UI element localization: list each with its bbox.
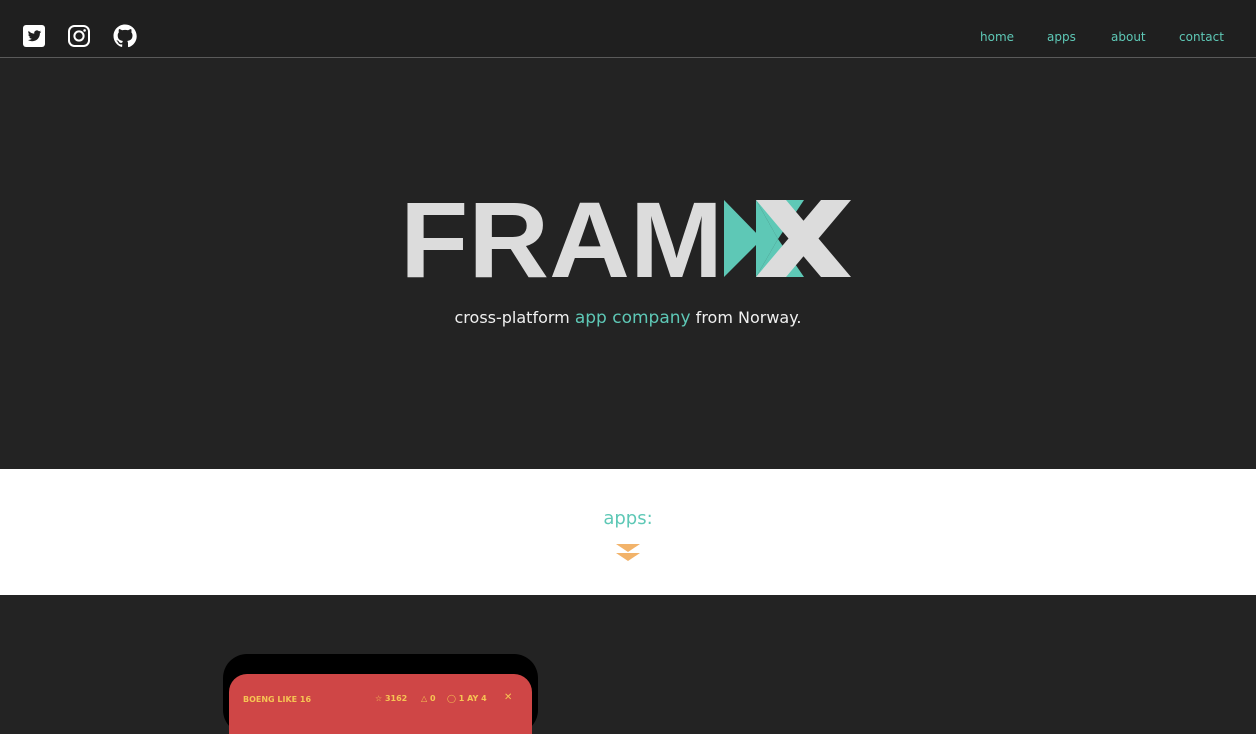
tagline-suffix: from Norway. [690,308,802,327]
app-stat-2-value: 0 [429,694,436,703]
site-header: home apps about contact [0,0,1256,58]
phone-mockup: BOENG LIKE 16 ☆ 3162 △ 0 ◯ 1 AY 4 ✕ [223,654,538,734]
app-stat-1: ☆ 3162 [375,694,408,703]
apps-heading: apps: [603,508,653,529]
hero-section: FRAM cross-platform app company from Nor… [0,58,1256,469]
nav-apps[interactable]: apps [1047,30,1076,44]
nav-home[interactable]: home [980,30,1014,44]
app-showcase-section: BOENG LIKE 16 ☆ 3162 △ 0 ◯ 1 AY 4 ✕ [0,595,1256,734]
svg-text:FRAM: FRAM [400,197,723,281]
github-icon[interactable] [113,24,137,48]
nav-about[interactable]: about [1111,30,1146,44]
twitter-icon[interactable] [22,24,46,48]
app-screenshot: BOENG LIKE 16 ☆ 3162 △ 0 ◯ 1 AY 4 ✕ [229,674,532,734]
nav-contact[interactable]: contact [1179,30,1224,44]
tagline-accent: app company [574,308,691,328]
close-icon: ✕ [504,692,513,703]
app-stat-1-value: 3162 [384,694,408,703]
framx-logo: FRAM [398,179,858,300]
instagram-icon[interactable] [67,24,91,48]
tagline-prefix: cross-platform [454,308,575,327]
app-stat-3: ◯ 1 AY 4 [447,694,487,703]
tagline: cross-platform app company from Norway. [0,308,1256,328]
double-chevron-down-icon[interactable] [616,544,640,568]
app-stat-3-value: 1 AY 4 [458,694,487,703]
app-stat-2: △ 0 [421,694,436,703]
apps-section: apps: [0,469,1256,595]
